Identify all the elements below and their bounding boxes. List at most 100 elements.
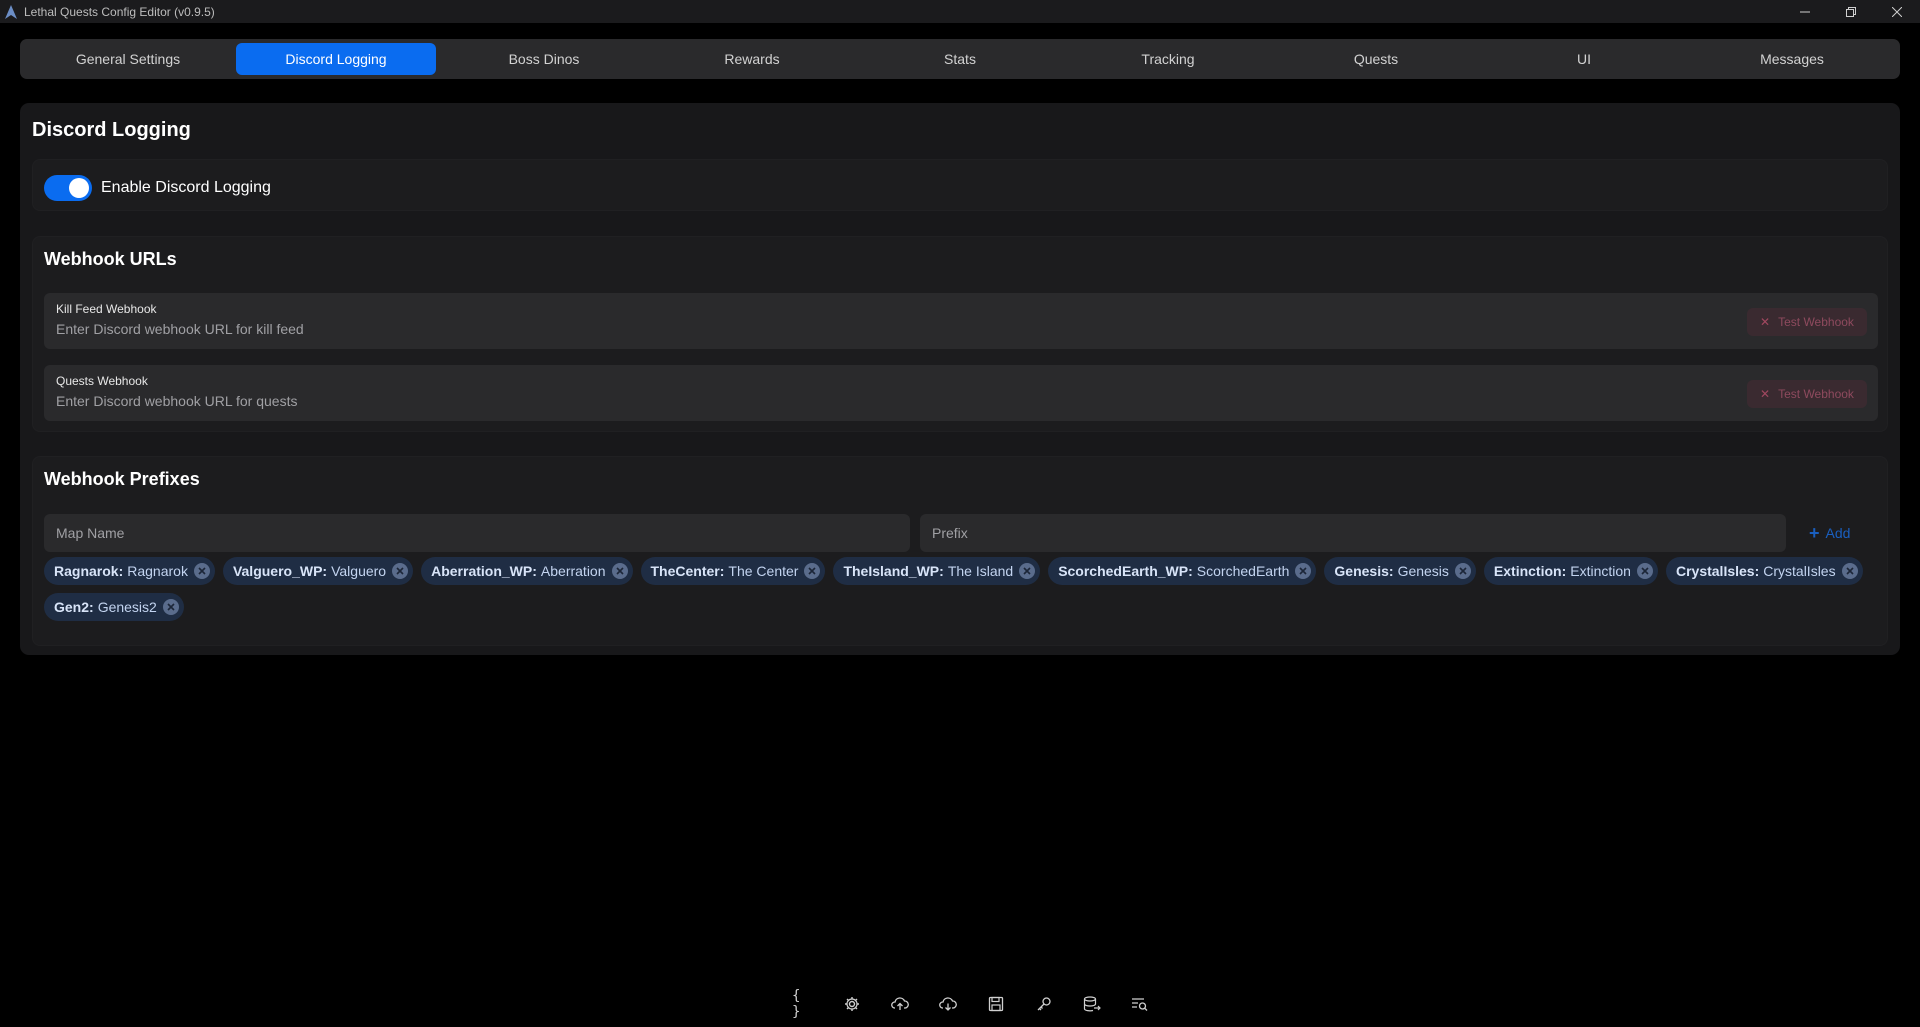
chip-map-name: Valguero_WP xyxy=(232,563,323,579)
prefix-chip: Extinction: Extinction xyxy=(1483,557,1658,585)
webhook-urls-card: Webhook URLs Kill Feed Webhook ✕ Test We… xyxy=(32,236,1888,432)
remove-chip-icon[interactable] xyxy=(1295,563,1312,579)
tab-stats[interactable]: Stats xyxy=(860,43,1060,75)
chip-map-name: ScorchedEarth_WP xyxy=(1058,563,1189,579)
chip-map-name: Gen2 xyxy=(54,599,90,615)
chip-map-name: Genesis xyxy=(1334,563,1389,579)
prefix-chip-list: Ragnarok: Ragnarok Valguero_WP: Valguero… xyxy=(44,557,1884,621)
restore-button[interactable] xyxy=(1828,0,1874,23)
cloud-upload-icon[interactable] xyxy=(888,992,912,1016)
test-kill-feed-webhook-button[interactable]: ✕ Test Webhook xyxy=(1747,308,1867,336)
quests-webhook-field: Quests Webhook ✕ Test Webhook xyxy=(44,365,1878,421)
prefix-chip: TheIsland_WP: The Island xyxy=(833,557,1041,585)
prefix-chip: CrystalIsles: CrystalIsles xyxy=(1665,557,1863,585)
chip-prefix-value: Extinction xyxy=(1570,563,1631,579)
enable-logging-row: Enable Discord Logging xyxy=(44,175,271,201)
chip-prefix-value: The Island xyxy=(947,563,1014,579)
minimize-button[interactable] xyxy=(1782,0,1828,23)
chip-prefix-value: CrystalIsles xyxy=(1763,563,1836,579)
close-button[interactable] xyxy=(1874,0,1920,23)
remove-chip-icon[interactable] xyxy=(804,563,821,579)
search-list-icon[interactable] xyxy=(1128,992,1152,1016)
remove-chip-icon[interactable] xyxy=(611,563,628,579)
kill-feed-webhook-label: Kill Feed Webhook xyxy=(56,302,157,316)
database-export-icon[interactable] xyxy=(1080,992,1104,1016)
prefix-input[interactable] xyxy=(920,514,1786,552)
tab-ui[interactable]: UI xyxy=(1484,43,1684,75)
chip-map-name: Ragnarok xyxy=(54,563,119,579)
chip-separator: : xyxy=(118,563,124,579)
chip-map-name: TheCenter xyxy=(650,563,720,579)
test-quests-webhook-button[interactable]: ✕ Test Webhook xyxy=(1747,380,1867,408)
window-title: Lethal Quests Config Editor (v0.9.5) xyxy=(24,4,215,19)
remove-chip-icon[interactable] xyxy=(193,563,210,579)
key-icon[interactable] xyxy=(1032,992,1056,1016)
remove-chip-icon[interactable] xyxy=(1454,563,1471,579)
prefix-chip: Ragnarok: Ragnarok xyxy=(44,557,215,585)
chip-map-name: TheIsland_WP xyxy=(843,563,940,579)
quests-webhook-label: Quests Webhook xyxy=(56,374,148,388)
toggle-knob xyxy=(69,178,89,198)
chip-separator: : xyxy=(1188,563,1193,579)
close-icon: ✕ xyxy=(1760,387,1771,401)
chip-separator: : xyxy=(322,563,328,579)
webhook-prefixes-card: Webhook Prefixes + Add Ragnarok: Ragnaro… xyxy=(32,456,1888,646)
remove-chip-icon[interactable] xyxy=(392,563,409,579)
enable-logging-card: Enable Discord Logging xyxy=(32,159,1888,211)
chip-prefix-value: Aberration xyxy=(540,563,606,579)
discord-logging-panel: Discord Logging Enable Discord Logging W… xyxy=(20,103,1900,655)
chip-prefix-value: Genesis xyxy=(1397,563,1449,579)
add-label: Add xyxy=(1825,525,1851,541)
prefix-chip: Genesis: Genesis xyxy=(1324,557,1476,585)
chip-prefix-value: The Center xyxy=(728,563,799,579)
prefix-chip: ScorchedEarth_WP: ScorchedEarth xyxy=(1048,557,1317,585)
chip-map-name: Extinction xyxy=(1493,563,1562,579)
enable-discord-logging-toggle[interactable] xyxy=(44,175,92,201)
enable-discord-logging-label: Enable Discord Logging xyxy=(101,179,271,196)
quests-webhook-input[interactable] xyxy=(56,391,1556,411)
test-webhook-label: Test Webhook xyxy=(1778,315,1854,329)
chip-prefix-value: Valguero xyxy=(331,563,387,579)
kill-feed-webhook-field: Kill Feed Webhook ✕ Test Webhook xyxy=(44,293,1878,349)
tab-quests[interactable]: Quests xyxy=(1276,43,1476,75)
title-bar: Lethal Quests Config Editor (v0.9.5) xyxy=(0,0,1920,23)
chip-separator: : xyxy=(939,563,944,579)
save-disk-icon[interactable] xyxy=(984,992,1008,1016)
cloud-download-icon[interactable] xyxy=(936,992,960,1016)
remove-chip-icon[interactable] xyxy=(1636,563,1653,579)
remove-chip-icon[interactable] xyxy=(1019,563,1036,579)
remove-chip-icon[interactable] xyxy=(162,599,179,615)
chip-separator: : xyxy=(1561,563,1567,579)
close-icon: ✕ xyxy=(1760,315,1771,329)
chip-separator: : xyxy=(1754,563,1760,579)
map-name-input[interactable] xyxy=(44,514,910,552)
chip-separator: : xyxy=(719,563,725,579)
webhook-prefixes-title: Webhook Prefixes xyxy=(44,469,200,489)
tab-general-settings[interactable]: General Settings xyxy=(28,43,228,75)
prefix-chip: TheCenter: The Center xyxy=(640,557,826,585)
chip-map-name: CrystalIsles xyxy=(1675,563,1755,579)
main-tab-bar: General Settings Discord Logging Boss Di… xyxy=(20,39,1900,79)
settings-gear-icon[interactable] xyxy=(840,992,864,1016)
page-title: Discord Logging xyxy=(32,119,191,141)
remove-chip-icon[interactable] xyxy=(1841,563,1858,579)
tab-tracking[interactable]: Tracking xyxy=(1068,43,1268,75)
tab-rewards[interactable]: Rewards xyxy=(652,43,852,75)
test-webhook-label: Test Webhook xyxy=(1778,387,1854,401)
add-prefix-button[interactable]: + Add xyxy=(1809,521,1850,545)
chip-prefix-value: Ragnarok xyxy=(127,563,188,579)
bottom-toolbar: { } xyxy=(780,988,1164,1020)
chip-separator: : xyxy=(89,599,94,615)
webhook-urls-title: Webhook URLs xyxy=(44,249,177,269)
plus-icon: + xyxy=(1809,522,1820,543)
chip-separator: : xyxy=(1388,563,1394,579)
prefix-chip: Aberration_WP: Aberration xyxy=(421,557,633,585)
app-logo-icon xyxy=(4,4,18,19)
tab-boss-dinos[interactable]: Boss Dinos xyxy=(444,43,644,75)
tab-discord-logging[interactable]: Discord Logging xyxy=(236,43,436,75)
json-braces-icon[interactable]: { } xyxy=(792,988,816,1020)
window-controls xyxy=(1782,0,1920,23)
prefix-chip: Valguero_WP: Valguero xyxy=(222,557,414,585)
kill-feed-webhook-input[interactable] xyxy=(56,319,1556,339)
tab-messages[interactable]: Messages xyxy=(1692,43,1892,75)
